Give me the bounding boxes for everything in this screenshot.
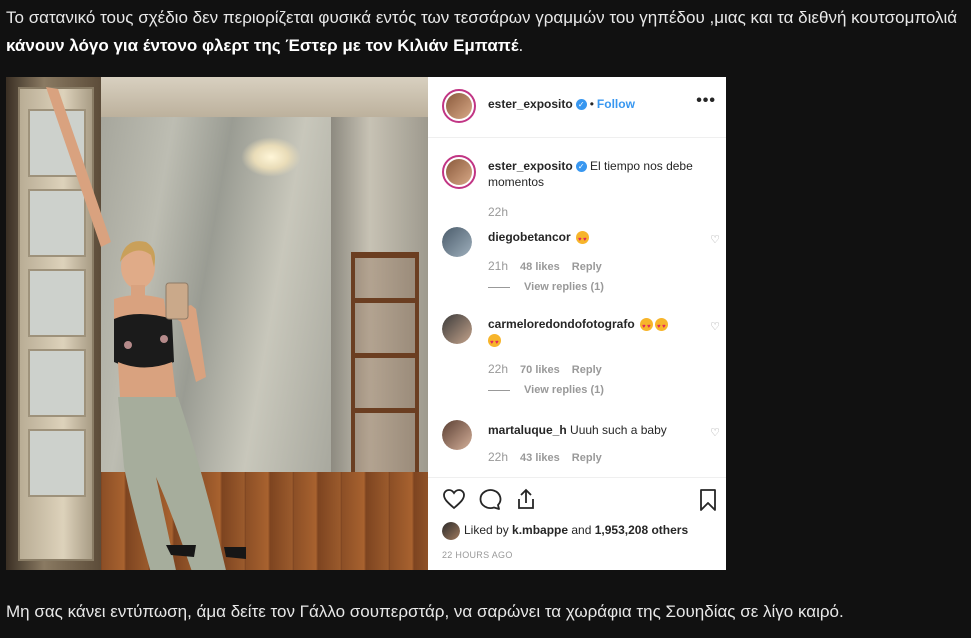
comment-like-icon[interactable]: ♡ [710, 320, 720, 333]
comment-text: diegobetancor [488, 229, 688, 248]
comment-meta: 22h 43 likes Reply [488, 450, 614, 464]
caption-text: ester_exposito ✓ El tiempo nos debe momen… [488, 158, 708, 190]
comment-meta: 22h 70 likes Reply [488, 362, 614, 376]
verified-icon: ✓ [575, 99, 587, 111]
comment-username[interactable]: martaluque_h [488, 423, 567, 437]
comment-time[interactable]: 22h [488, 362, 508, 376]
avatar[interactable] [442, 522, 460, 540]
caption-username[interactable]: ester_exposito [488, 159, 573, 173]
person-figure [46, 87, 246, 570]
heart-eyes-emoji [655, 318, 669, 335]
comment-icon[interactable] [478, 488, 502, 510]
header-name: ester_exposito ✓ • Follow [488, 97, 635, 111]
comment-like-icon[interactable]: ♡ [710, 233, 720, 246]
avatar[interactable] [442, 155, 476, 189]
comment-body: Uuuh such a baby [570, 423, 667, 437]
avatar[interactable] [442, 227, 472, 257]
avatar[interactable] [442, 420, 472, 450]
caption-time[interactable]: 22h [488, 205, 508, 219]
verified-icon: ✓ [575, 161, 587, 173]
comment-username[interactable]: carmeloredondofotografo [488, 317, 635, 331]
view-replies-button[interactable]: View replies (1) [488, 384, 604, 396]
separator-dot: • [589, 97, 594, 111]
liked-by-user[interactable]: k.mbappe [512, 523, 568, 537]
comment-likes[interactable]: 43 likes [520, 452, 560, 464]
avatar[interactable] [442, 89, 476, 123]
follow-button[interactable]: Follow [597, 97, 635, 111]
paragraph-bold-text: κάνουν λόγο για έντονο φλερτ της Έστερ μ… [6, 36, 519, 55]
post-time-ago[interactable]: 22 HOURS AGO [442, 550, 513, 560]
comment-likes[interactable]: 48 likes [520, 261, 560, 273]
instagram-embed: ester_exposito ✓ • Follow ••• ester_exposit… [6, 77, 726, 570]
comment-likes[interactable]: 70 likes [520, 364, 560, 376]
share-icon[interactable] [514, 488, 538, 510]
heart-eyes-emoji [488, 334, 501, 351]
avatar[interactable] [442, 314, 472, 344]
view-replies-button[interactable]: View replies (1) [488, 281, 604, 293]
liked-by-prefix: Liked by [464, 523, 513, 538]
post-username[interactable]: ester_exposito [488, 97, 573, 111]
comment-meta: 21h 48 likes Reply [488, 259, 614, 273]
post-sidebar: ester_exposito ✓ • Follow ••• ester_exposit… [428, 77, 726, 570]
paragraph-end: . [518, 36, 524, 55]
heart-eyes-emoji [640, 318, 654, 335]
heart-eyes-emoji [576, 231, 590, 248]
comment-time[interactable]: 22h [488, 450, 508, 464]
reply-button[interactable]: Reply [572, 452, 602, 464]
bookmark-icon[interactable] [698, 488, 718, 512]
post-photo[interactable] [6, 77, 428, 570]
post-header: ester_exposito ✓ • Follow ••• [428, 77, 726, 138]
liked-by-mid: and [568, 523, 595, 538]
article-paragraph-1: Το σατανικό τους σχέδιο δεν περιορίζεται… [6, 4, 964, 60]
post-actions: Liked by k.mbappe and 1,953,208 others 2… [428, 477, 726, 571]
comment-text: carmeloredondofotografo [488, 316, 688, 351]
comment-username[interactable]: diegobetancor [488, 230, 571, 244]
more-icon[interactable]: ••• [696, 92, 716, 110]
paragraph-text: Το σατανικό τους σχέδιο δεν περιορίζεται… [6, 8, 958, 27]
heart-icon[interactable] [442, 488, 466, 510]
liked-by-count[interactable]: 1,953,208 others [595, 523, 688, 537]
comment-text: martaluque_h Uuuh such a baby [488, 422, 688, 438]
reply-button[interactable]: Reply [572, 261, 602, 273]
comment-time[interactable]: 21h [488, 259, 508, 273]
comment-like-icon[interactable]: ♡ [710, 426, 720, 439]
likes-summary: Liked by k.mbappe and 1,953,208 others [442, 522, 688, 540]
article-paragraph-2: Μη σας κάνει εντύπωση, άμα δείτε τον Γάλ… [6, 602, 844, 621]
reply-button[interactable]: Reply [572, 364, 602, 376]
